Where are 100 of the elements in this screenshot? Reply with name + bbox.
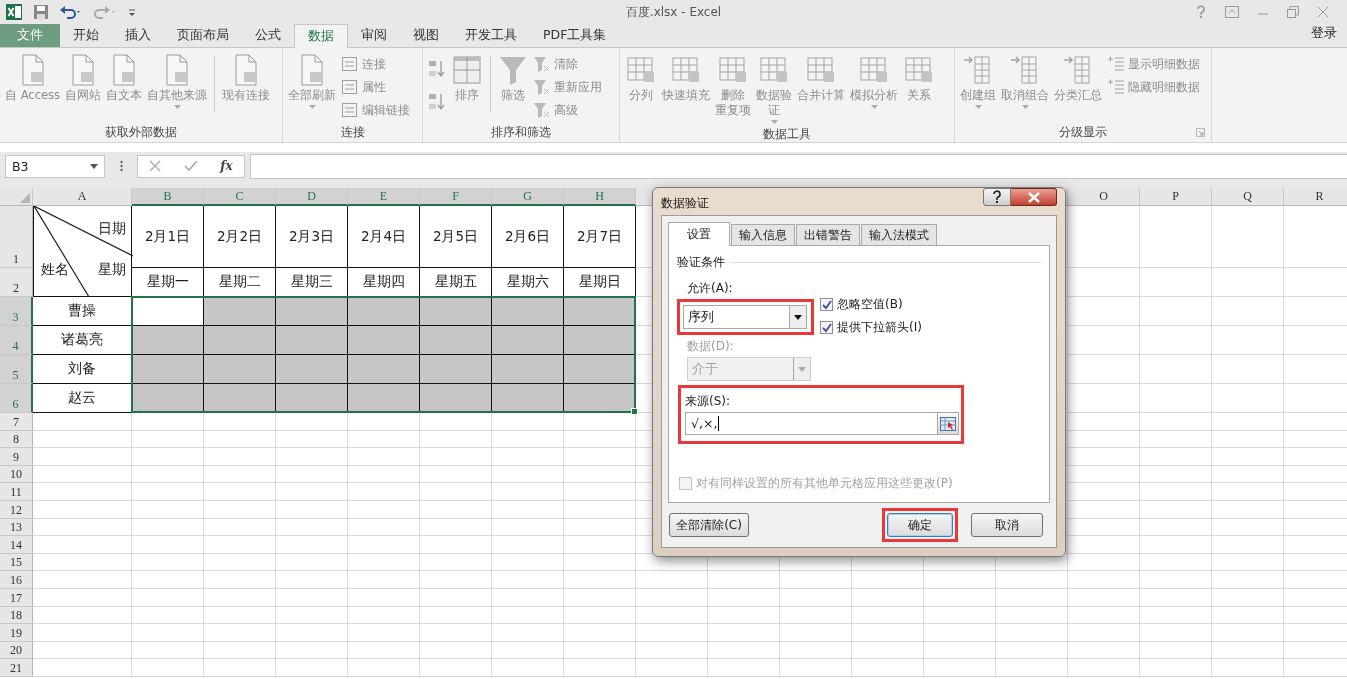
grid-cell[interactable] (636, 606, 708, 625)
grid-cell[interactable] (996, 606, 1068, 625)
grid-cell[interactable] (132, 624, 204, 642)
name-box[interactable]: B3 (5, 154, 105, 178)
grid-cell[interactable] (276, 659, 348, 677)
grid-cell[interactable] (1140, 268, 1212, 297)
undo-icon[interactable] (59, 4, 83, 20)
grid-cell[interactable] (33, 483, 132, 501)
ribbon-tab[interactable]: PDF工具集 (530, 24, 620, 47)
grid-cell[interactable] (204, 659, 276, 677)
grid-cell[interactable] (33, 588, 132, 607)
grid-cell[interactable] (852, 641, 924, 660)
grid-cell[interactable] (33, 606, 132, 625)
table-cell[interactable] (276, 326, 348, 355)
grid-cell[interactable] (1068, 500, 1140, 519)
grid-cell[interactable] (564, 536, 636, 554)
grid-cell[interactable] (1068, 326, 1140, 355)
grid-cell[interactable] (708, 624, 780, 642)
grid-cell[interactable] (1068, 588, 1140, 607)
table-cell[interactable] (564, 384, 636, 413)
grid-cell[interactable] (420, 659, 492, 677)
grid-cell[interactable] (924, 641, 996, 660)
grid-cell[interactable] (1212, 553, 1284, 572)
ribbon-tab[interactable]: 视图 (400, 24, 452, 47)
grid-cell[interactable] (564, 641, 636, 660)
range-picker-button[interactable] (937, 413, 958, 434)
close-icon[interactable] (1317, 6, 1329, 18)
table-cell[interactable] (492, 297, 564, 326)
grid-cell[interactable] (420, 518, 492, 537)
redo-icon[interactable] (93, 4, 117, 20)
grid-cell[interactable] (636, 588, 708, 607)
select-all-icon[interactable] (20, 193, 30, 203)
grid-cell[interactable] (348, 465, 420, 484)
grid-cell[interactable] (204, 606, 276, 625)
grid-cell[interactable] (1140, 465, 1212, 484)
grid-cell[interactable] (996, 659, 1068, 677)
grid-cell[interactable] (132, 518, 204, 537)
grid-cell[interactable] (1068, 518, 1140, 537)
grid-cell[interactable] (492, 571, 564, 589)
table-cell[interactable] (276, 355, 348, 384)
grid-cell[interactable] (1068, 606, 1140, 625)
ribbon-tab[interactable]: 公式 (242, 24, 294, 47)
grid-cell[interactable] (1068, 384, 1140, 413)
row-header[interactable]: 7 (0, 413, 33, 431)
grid-cell[interactable] (1068, 624, 1140, 642)
grid-cell[interactable] (420, 606, 492, 625)
grid-cell[interactable] (1212, 355, 1284, 384)
table-cell[interactable] (348, 297, 420, 326)
grid-cell[interactable] (924, 588, 996, 607)
grid-cell[interactable] (1212, 571, 1284, 589)
grid-cell[interactable] (1140, 384, 1212, 413)
grid-cell[interactable] (1068, 553, 1140, 572)
dialog-tab[interactable]: 输入法模式 (861, 224, 937, 245)
checkbox[interactable] (820, 298, 833, 311)
grid-cell[interactable] (420, 448, 492, 466)
grid-cell[interactable] (204, 588, 276, 607)
table-cell[interactable] (348, 355, 420, 384)
grid-cell[interactable] (276, 518, 348, 537)
grid-cell[interactable] (636, 571, 708, 589)
grid-cell[interactable] (276, 500, 348, 519)
grid-cell[interactable] (852, 624, 924, 642)
table-cell[interactable] (132, 297, 204, 326)
table-cell[interactable] (492, 326, 564, 355)
grid-cell[interactable] (924, 659, 996, 677)
grid-cell[interactable] (33, 430, 132, 449)
grid-cell[interactable] (276, 413, 348, 431)
grid-cell[interactable] (33, 448, 132, 466)
grid-cell[interactable] (1068, 659, 1140, 677)
column-header[interactable]: E (348, 188, 420, 206)
grid-cell[interactable] (1068, 413, 1140, 431)
grid-cell[interactable] (1140, 624, 1212, 642)
ribbon-tab[interactable]: 插入 (112, 24, 164, 47)
save-icon[interactable] (33, 4, 49, 20)
table-cell[interactable] (420, 384, 492, 413)
grid-cell[interactable] (708, 659, 780, 677)
grid-cell[interactable] (492, 624, 564, 642)
grid-cell[interactable] (492, 659, 564, 677)
grid-cell[interactable] (276, 536, 348, 554)
row-header[interactable]: 1 (0, 206, 33, 268)
grid-cell[interactable] (348, 588, 420, 607)
grid-cell[interactable] (492, 500, 564, 519)
ribbon-tab[interactable]: 审阅 (348, 24, 400, 47)
column-header[interactable]: B (132, 188, 204, 206)
grid-cell[interactable] (132, 500, 204, 519)
grid-cell[interactable] (564, 465, 636, 484)
grid-cell[interactable] (708, 571, 780, 589)
help-icon[interactable] (1195, 5, 1207, 19)
dialog-launcher-icon[interactable] (1196, 128, 1205, 137)
grid-cell[interactable] (33, 500, 132, 519)
grid-cell[interactable] (276, 483, 348, 501)
column-header[interactable]: O (1068, 188, 1140, 206)
column-header[interactable]: R (1284, 188, 1347, 206)
grid-cell[interactable] (420, 588, 492, 607)
input-field[interactable]: √,×, (685, 412, 959, 435)
grid-cell[interactable] (420, 553, 492, 572)
checkbox[interactable] (820, 321, 833, 334)
grid-cell[interactable] (492, 588, 564, 607)
insert-function-button[interactable]: fx (220, 159, 233, 173)
grid-cell[interactable] (348, 430, 420, 449)
grid-cell[interactable] (564, 430, 636, 449)
